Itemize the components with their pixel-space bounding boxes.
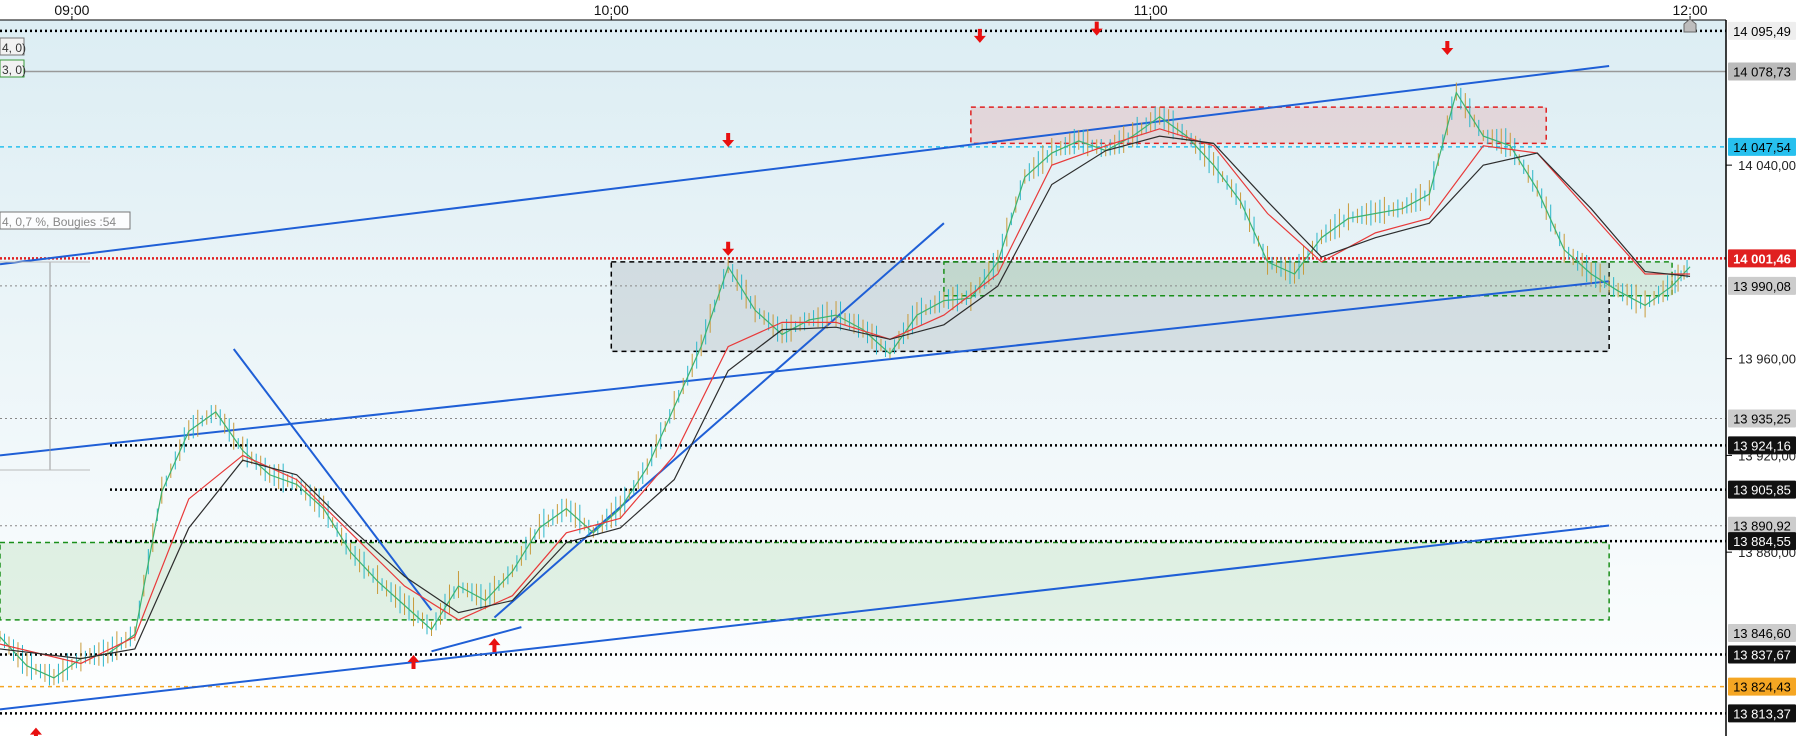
price-tag-5: 13 935,25 [1728, 409, 1796, 428]
price-tag-label-3: 14 001,46 [1733, 251, 1791, 266]
price-tag-label-4: 13 990,08 [1733, 279, 1791, 294]
price-tag-11: 13 837,67 [1728, 645, 1796, 664]
price-tag-label-1: 14 078,73 [1733, 64, 1791, 79]
x-tick-label-1: 10:00 [594, 2, 629, 18]
price-tag-label-13: 13 813,37 [1733, 706, 1791, 721]
price-tag-label-5: 13 935,25 [1733, 412, 1791, 427]
price-tag-label-2: 14 047,54 [1733, 140, 1791, 155]
price-tag-12: 13 824,43 [1728, 677, 1796, 696]
annotation-text-1: 3, 0) [2, 63, 26, 77]
annotation-text-2: 4, 0,7 %, Bougies :54 [2, 215, 116, 229]
price-tag-1: 14 078,73 [1728, 62, 1796, 81]
price-tag-7: 13 905,85 [1728, 480, 1796, 499]
price-tag-2: 14 047,54 [1728, 137, 1796, 156]
price-tag-8: 13 890,92 [1728, 516, 1796, 535]
zone-green-2 [943, 261, 1673, 297]
chart: 4, 0) 3, 0) 4, 0,7 %, Bougies :54 09:00 10:… [0, 0, 1800, 741]
price-tag-13: 13 813,37 [1728, 704, 1796, 723]
price-tag-label-0: 14 095,49 [1733, 24, 1791, 39]
price-tag-label-6: 13 924,16 [1733, 438, 1791, 453]
time-axis-bar [0, 0, 1800, 20]
price-tag-label-11: 13 837,67 [1733, 648, 1791, 663]
price-tag-3: 14 001,46 [1728, 249, 1796, 268]
price-tag-label-9: 13 884,55 [1733, 534, 1791, 549]
price-tag-10: 13 846,60 [1728, 623, 1796, 642]
y-tick-label-0: 14 040,00 [1738, 158, 1796, 173]
y-tick-label-1: 13 960,00 [1738, 352, 1796, 367]
price-tag-4: 13 990,08 [1728, 276, 1796, 295]
x-tick-label-3: 12:00 [1673, 2, 1708, 18]
x-tick-label-2: 11:00 [1134, 2, 1168, 18]
annotation-text-0: 4, 0) [2, 41, 26, 55]
price-tag-label-12: 13 824,43 [1733, 680, 1791, 695]
price-tag-0: 14 095,49 [1728, 21, 1796, 40]
price-tag-6: 13 924,16 [1728, 436, 1796, 455]
price-tag-label-8: 13 890,92 [1733, 519, 1791, 534]
annotation-label-2: 4, 0,7 %, Bougies :54 [0, 211, 131, 230]
chart-svg: 4, 0) 3, 0) 4, 0,7 %, Bougies :54 09:00 10:… [0, 0, 1800, 741]
price-tag-9: 13 884,55 [1728, 532, 1796, 551]
x-tick-label-0: 09:00 [54, 2, 89, 18]
annotation-label-0: 4, 0) [0, 37, 26, 56]
price-tag-label-10: 13 846,60 [1733, 626, 1791, 641]
zone-red-3 [970, 106, 1547, 145]
price-tag-label-7: 13 905,85 [1733, 483, 1791, 498]
annotation-label-1: 3, 0) [0, 59, 26, 78]
